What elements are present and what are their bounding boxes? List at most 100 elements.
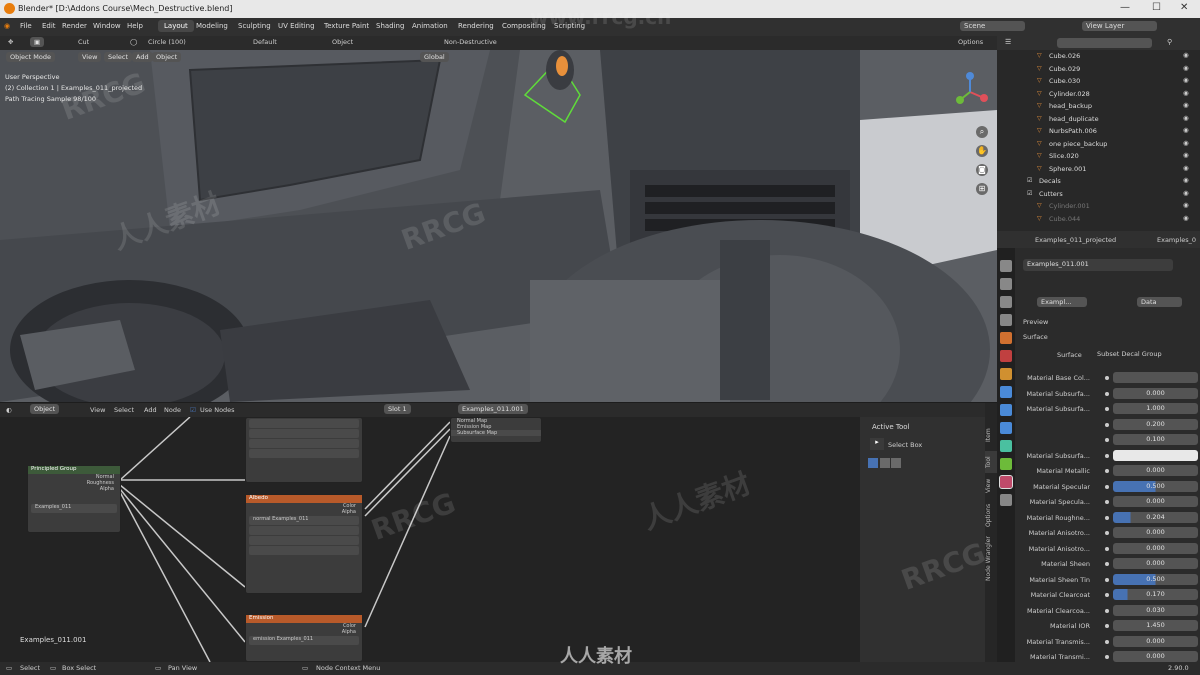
- options-dropdown[interactable]: Options: [958, 38, 983, 46]
- mode-selector[interactable]: Object Mode: [6, 52, 55, 62]
- visibility-eye-icon[interactable]: ◉: [1183, 176, 1189, 184]
- circle-icon[interactable]: ◯: [130, 38, 137, 46]
- keyframe-dot-icon[interactable]: [1105, 453, 1109, 458]
- outliner-item[interactable]: ▽ Cube.029 ◉: [997, 63, 1200, 75]
- circle-tool[interactable]: Circle (100): [148, 38, 186, 46]
- visibility-eye-icon[interactable]: ◉: [1183, 189, 1189, 197]
- material-slot-list[interactable]: Examples_011.001: [1023, 259, 1173, 271]
- material-property-value[interactable]: [1113, 372, 1198, 383]
- outliner-item[interactable]: ▽ head_duplicate ◉: [997, 113, 1200, 125]
- scene-props-icon[interactable]: [1000, 332, 1012, 344]
- node3-image-field[interactable]: emission Examples_011: [249, 636, 359, 645]
- material-property-value[interactable]: 0.100: [1113, 434, 1198, 445]
- material-property-value[interactable]: 0.000: [1113, 635, 1198, 647]
- outliner-item[interactable]: ▽ head_backup ◉: [997, 100, 1200, 112]
- tab-tool[interactable]: Tool: [985, 451, 997, 473]
- tab-sculpting[interactable]: Sculpting: [232, 20, 277, 32]
- navigation-gizmo[interactable]: [950, 70, 990, 112]
- tab-shading[interactable]: Shading: [370, 20, 410, 32]
- keyframe-dot-icon[interactable]: [1105, 546, 1109, 551]
- visibility-eye-icon[interactable]: ◉: [1183, 101, 1189, 109]
- render-props-icon[interactable]: [1000, 278, 1012, 290]
- tab-layout[interactable]: Layout: [158, 20, 194, 32]
- select-mode-icon[interactable]: ▣: [30, 37, 45, 47]
- visibility-eye-icon[interactable]: ◉: [1183, 64, 1189, 72]
- keyframe-dot-icon[interactable]: [1105, 469, 1109, 473]
- object-dropdown[interactable]: Object: [332, 38, 353, 46]
- material-property-value[interactable]: 0.170: [1113, 589, 1198, 600]
- node-menu-add[interactable]: Add: [144, 406, 157, 414]
- keyframe-dot-icon[interactable]: [1105, 608, 1109, 613]
- tab-animation[interactable]: Animation: [406, 20, 454, 32]
- keyframe-dot-icon[interactable]: [1105, 562, 1109, 566]
- material-property-value[interactable]: 0.000: [1113, 527, 1198, 538]
- viewport-menu-view[interactable]: View: [78, 52, 102, 62]
- minimize-button[interactable]: —: [1120, 2, 1130, 13]
- visibility-eye-icon[interactable]: ◉: [1183, 151, 1189, 159]
- tab-uv-editing[interactable]: UV Editing: [272, 20, 321, 32]
- camera-icon[interactable]: ◙: [976, 164, 988, 176]
- material-property-value[interactable]: 1.450: [1113, 620, 1198, 631]
- outliner-item[interactable]: ☑ Cutters ◉: [997, 188, 1200, 200]
- visibility-eye-icon[interactable]: ◉: [1183, 201, 1189, 209]
- outliner-search-input[interactable]: [1057, 38, 1152, 48]
- physics-icon[interactable]: [1000, 422, 1012, 434]
- tool-props-icon[interactable]: [1000, 260, 1012, 272]
- keyframe-dot-icon[interactable]: [1105, 593, 1109, 597]
- output-node[interactable]: Normal Map Emission Map Subsurface Map: [450, 417, 542, 443]
- node2-image-field[interactable]: normal Examples_011: [249, 516, 359, 525]
- material-property-value[interactable]: 0.030: [1113, 604, 1198, 616]
- outliner-item[interactable]: ▽ Cylinder.001 ◉: [997, 200, 1200, 212]
- node-menu-select[interactable]: Select: [114, 406, 134, 414]
- material-property-value[interactable]: 0.204: [1113, 511, 1198, 523]
- outliner-item[interactable]: ▽ Cube.044 ◉: [997, 213, 1200, 225]
- viewport-menu-object[interactable]: Object: [152, 52, 182, 62]
- visibility-eye-icon[interactable]: ◉: [1183, 126, 1189, 134]
- material-property-value[interactable]: 1.000: [1113, 403, 1198, 414]
- menu-file[interactable]: File: [20, 22, 32, 30]
- outliner-item[interactable]: ▽ Cube.030 ◉: [997, 75, 1200, 87]
- filter-icon[interactable]: ⚲: [1167, 38, 1172, 46]
- view-layer-selector[interactable]: View Layer: [1082, 21, 1157, 31]
- top-texture-node[interactable]: [245, 417, 363, 483]
- material-property-value[interactable]: 0.000: [1113, 651, 1198, 662]
- node-row[interactable]: [249, 419, 359, 428]
- material-property-value[interactable]: 0.200: [1113, 418, 1198, 430]
- material-selector[interactable]: Examples_011.001: [458, 404, 528, 414]
- cut-tool[interactable]: Cut: [78, 38, 89, 46]
- tab-modeling[interactable]: Modeling: [190, 20, 234, 32]
- keyframe-dot-icon[interactable]: [1105, 376, 1109, 380]
- outliner-item[interactable]: ☑ Decals ◉: [997, 175, 1200, 187]
- tab-rendering[interactable]: Rendering: [452, 20, 500, 32]
- node-row[interactable]: [249, 429, 359, 438]
- node-menu-node[interactable]: Node: [164, 406, 181, 414]
- orientation-dropdown[interactable]: Global: [420, 52, 449, 62]
- keyframe-dot-icon[interactable]: [1105, 639, 1109, 644]
- node-object-dropdown[interactable]: Object: [30, 404, 60, 414]
- select-box-icon[interactable]: ▸: [870, 438, 884, 450]
- editor-type-icon[interactable]: ◐: [6, 406, 12, 414]
- keyframe-dot-icon[interactable]: [1105, 500, 1109, 504]
- outliner-item[interactable]: ▽ one piece_backup ◉: [997, 138, 1200, 150]
- keyframe-dot-icon[interactable]: [1105, 438, 1109, 442]
- visibility-eye-icon[interactable]: ◉: [1183, 89, 1189, 97]
- menu-help[interactable]: Help: [127, 22, 143, 30]
- material-props-icon[interactable]: [999, 475, 1013, 489]
- mode-new-icon[interactable]: [868, 458, 878, 468]
- world-props-icon[interactable]: [1000, 350, 1012, 362]
- node-row[interactable]: [249, 439, 359, 448]
- outliner-item[interactable]: ▽ Sphere.001 ◉: [997, 163, 1200, 175]
- data-props-icon[interactable]: [1000, 458, 1012, 470]
- modifier-icon[interactable]: [1000, 386, 1012, 398]
- node-row[interactable]: [249, 536, 359, 545]
- emission-node[interactable]: Emission Color Alpha emission Examples_0…: [245, 614, 363, 662]
- material-property-value[interactable]: 0.000: [1113, 558, 1198, 569]
- zoom-icon[interactable]: ⌕: [976, 126, 988, 138]
- node-menu-view[interactable]: View: [90, 406, 105, 414]
- outliner-display-icon[interactable]: ☰: [1005, 38, 1011, 46]
- albedo-node[interactable]: Albedo Color Alpha normal Examples_011: [245, 494, 363, 594]
- node-canvas[interactable]: Principled Group Normal Roughness Alpha …: [0, 417, 860, 662]
- material-name-field[interactable]: Exampl...: [1037, 297, 1087, 307]
- close-button[interactable]: ✕: [1180, 2, 1188, 13]
- grid-icon[interactable]: ⊞: [976, 183, 988, 195]
